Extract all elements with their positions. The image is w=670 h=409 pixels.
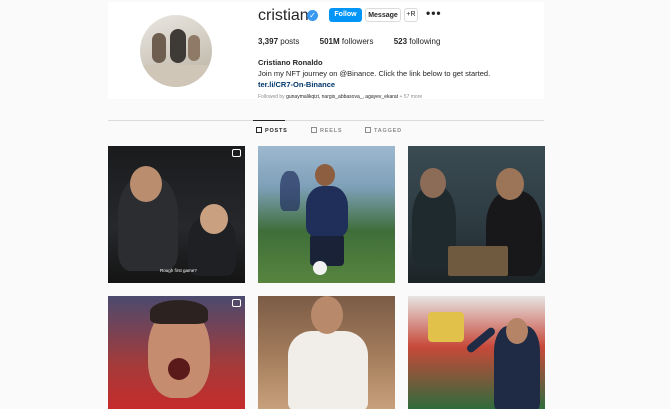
reel-icon bbox=[232, 149, 241, 157]
person-head bbox=[506, 318, 528, 344]
profile-link[interactable]: ter.li/CR7-On-Binance bbox=[258, 80, 335, 89]
avatar-person bbox=[188, 35, 200, 61]
person-head bbox=[496, 168, 524, 200]
post-tile[interactable] bbox=[258, 296, 395, 409]
followers-count[interactable]: 501M followers bbox=[320, 37, 374, 46]
avatar-person bbox=[170, 29, 186, 63]
player-legs bbox=[310, 234, 344, 266]
tab-posts[interactable]: POSTS bbox=[253, 120, 288, 134]
post-tile[interactable] bbox=[408, 146, 545, 283]
crest-flag bbox=[428, 312, 464, 342]
post-tile[interactable] bbox=[408, 296, 545, 409]
profile-bio: Join my NFT journey on @Binance. Click t… bbox=[258, 69, 491, 78]
following-count[interactable]: 523 following bbox=[394, 37, 441, 46]
verified-badge-icon: ✓ bbox=[307, 10, 318, 21]
more-options-icon[interactable]: ••• bbox=[426, 6, 442, 20]
avatar-person bbox=[152, 33, 166, 63]
post-caption: Rough first game? bbox=[160, 268, 197, 273]
person-figure bbox=[288, 331, 368, 409]
person-head bbox=[130, 166, 162, 202]
suggested-users-button[interactable]: +R bbox=[404, 8, 418, 22]
player-head bbox=[315, 164, 335, 186]
followed-by-text[interactable]: Followed by gunaymalikqizi, nargis_abbas… bbox=[258, 94, 422, 100]
reels-icon bbox=[311, 127, 317, 133]
person-head bbox=[420, 168, 446, 198]
tab-reels[interactable]: REELS bbox=[311, 127, 342, 134]
profile-avatar[interactable] bbox=[140, 15, 212, 87]
person-head bbox=[200, 204, 228, 234]
person-hair bbox=[150, 300, 208, 324]
person-mouth bbox=[168, 358, 190, 380]
post-tile[interactable] bbox=[108, 296, 245, 409]
reel-icon bbox=[232, 299, 241, 307]
profile-header: cristiano ✓ Follow Message +R ••• 3,397 … bbox=[108, 2, 544, 100]
tagged-icon bbox=[365, 127, 371, 133]
person-head bbox=[311, 296, 343, 334]
player-figure bbox=[306, 186, 348, 236]
message-button[interactable]: Message bbox=[365, 8, 401, 22]
tab-tagged[interactable]: TAGGED bbox=[365, 127, 402, 134]
post-tile[interactable]: Rough first game? bbox=[108, 146, 245, 283]
profile-full-name: Cristiano Ronaldo bbox=[258, 58, 323, 67]
follow-button[interactable]: Follow bbox=[329, 8, 362, 22]
profile-stats: 3,397 posts 501M followers 523 following bbox=[258, 37, 458, 46]
profile-tabs: POSTS REELS TAGGED bbox=[108, 120, 544, 141]
person-arm bbox=[465, 326, 497, 354]
player-figure bbox=[280, 171, 300, 211]
football bbox=[313, 261, 327, 275]
chess-board bbox=[448, 246, 508, 276]
grid-icon bbox=[256, 127, 262, 133]
post-tile[interactable] bbox=[258, 146, 395, 283]
avatar-floor bbox=[140, 65, 212, 87]
posts-count: 3,397 posts bbox=[258, 37, 300, 46]
